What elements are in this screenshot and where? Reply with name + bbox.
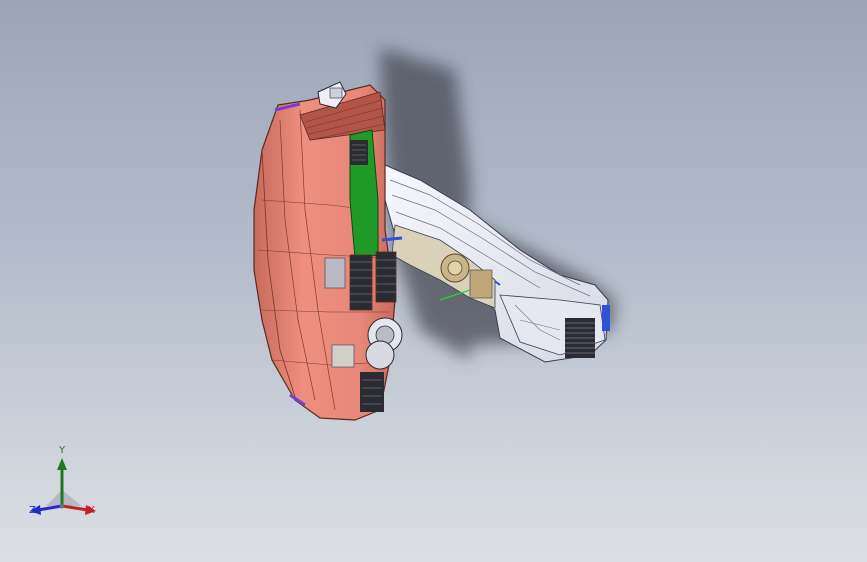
axis-triad-icon — [30, 458, 96, 515]
z-axis-line — [37, 504, 63, 512]
green-duct[interactable] — [349, 129, 379, 259]
x-axis-label: X — [88, 505, 95, 516]
axis-triad: Y X Z — [24, 446, 114, 526]
vent-grille-right — [565, 318, 595, 358]
y-axis-arrow — [57, 458, 67, 470]
blue-trim — [381, 236, 403, 242]
3d-model-view[interactable] — [0, 0, 867, 562]
x-axis-line — [61, 504, 89, 512]
cad-viewport[interactable]: Y X Z — [0, 0, 867, 562]
z-axis-label: Z — [29, 505, 36, 516]
y-axis-label: Y — [59, 445, 66, 456]
